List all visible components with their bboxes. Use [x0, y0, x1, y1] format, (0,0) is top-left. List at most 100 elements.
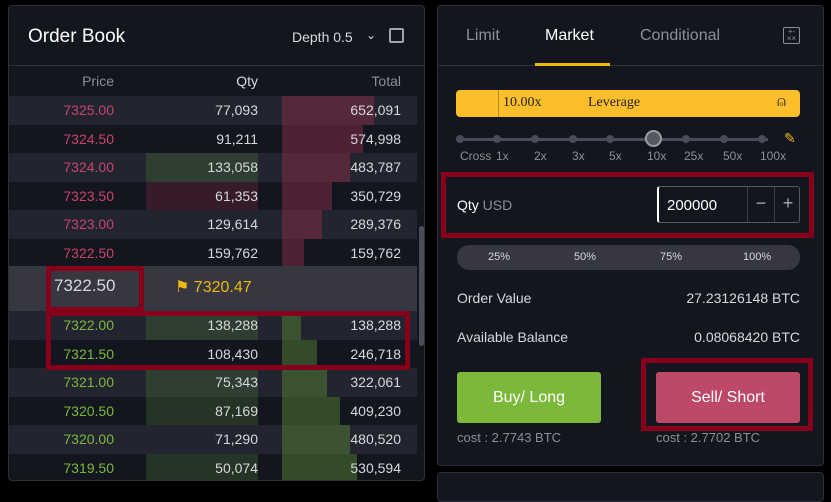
depth-select[interactable]: Depth 0.5 [292, 29, 353, 45]
edit-icon[interactable]: ✎ [784, 130, 796, 147]
price: 7320.50 [63, 402, 114, 419]
quantity-stepper[interactable]: − + [657, 186, 800, 223]
depth-bar [282, 311, 302, 340]
order-value: 27.23126148 BTC [686, 290, 800, 306]
bid-row[interactable]: 7320.50 87,169 409,230 [9, 396, 417, 426]
tab-market[interactable]: Market [545, 27, 594, 45]
qty: 87,169 [215, 402, 258, 419]
price: 7323.50 [63, 187, 114, 204]
price: 7324.50 [63, 130, 114, 147]
slider-step-dot[interactable] [682, 135, 690, 143]
tab-conditional[interactable]: Conditional [640, 27, 720, 45]
ask-row[interactable]: 7323.00 129,614 289,376 [9, 210, 417, 239]
total: 246,718 [350, 345, 401, 362]
percent-selector: 25% 50% 75% 100% [457, 245, 800, 270]
pct-25[interactable]: 25% [488, 251, 510, 263]
leverage-step-label[interactable]: 5x [609, 149, 622, 163]
ask-row[interactable]: 7322.50 159,762 159,762 [9, 238, 417, 268]
price: 7321.50 [63, 345, 114, 362]
leverage-label: Leverage [588, 95, 641, 110]
depth-bar [282, 181, 332, 211]
bid-row[interactable]: 7321.00 75,343 322,061 [9, 368, 417, 397]
bid-row[interactable]: 7321.50 108,430 246,718 [9, 339, 417, 369]
chevron-down-icon[interactable]: ⌄ [366, 28, 376, 42]
leverage-step-label[interactable]: 25x [684, 149, 703, 163]
total: 652,091 [350, 102, 401, 118]
total: 530,594 [350, 459, 401, 476]
total: 159,762 [350, 244, 401, 261]
slider-step-dot[interactable] [531, 135, 539, 143]
balance-row: Available Balance 0.08068420 BTC [457, 329, 800, 345]
balance-label: Available Balance [457, 329, 569, 345]
price: 7322.00 [63, 317, 114, 333]
calculator-icon[interactable]: +- ×× [783, 27, 800, 44]
qty: 71,290 [215, 431, 258, 447]
price: 7320.00 [63, 431, 114, 447]
column-headers: Price Qty Total [9, 66, 417, 96]
order-book-title: Order Book [28, 26, 126, 47]
col-price: Price [82, 73, 114, 89]
depth-bar [282, 210, 323, 239]
order-value-row: Order Value 27.23126148 BTC [457, 290, 800, 306]
active-tab-underline [535, 63, 610, 66]
order-type-tabs: Limit Market Conditional +- ×× [438, 6, 823, 66]
qty-input[interactable] [667, 197, 747, 214]
last-price[interactable]: 7322.50 [54, 276, 115, 296]
ask-row[interactable]: 7323.50 61,353 350,729 [9, 181, 417, 211]
price: 7322.50 [63, 244, 114, 261]
order-book-header: Order Book Depth 0.5 ⌄ [9, 6, 424, 66]
alarm-icon[interactable]: ⍝ [777, 93, 786, 111]
slider-step-dot[interactable] [606, 135, 614, 143]
total: 483,787 [350, 159, 401, 175]
tab-limit[interactable]: Limit [466, 27, 500, 45]
depth-bar [282, 396, 340, 426]
qty: 159,762 [207, 244, 258, 261]
leverage-step-label[interactable]: 1x [496, 149, 509, 163]
price: 7324.00 [63, 159, 114, 175]
slider-step-dot[interactable] [758, 135, 766, 143]
qty: 133,058 [207, 159, 258, 175]
leverage-value: 10.00x [503, 95, 542, 110]
bid-row[interactable]: 7320.00 71,290 480,520 [9, 425, 417, 454]
bid-row[interactable]: 7322.00 138,288 138,288 [9, 311, 417, 340]
qty-unit: USD [482, 197, 513, 213]
qty-label-text: Qty [457, 197, 479, 213]
order-value-label: Order Value [457, 290, 532, 306]
decrement-button[interactable]: − [747, 187, 774, 222]
qty: 50,074 [215, 459, 258, 476]
trade-panel: Limit Market Conditional +- ×× 10.00x Lev… [437, 5, 824, 466]
bid-row[interactable]: 7319.50 50,074 530,594 [9, 453, 417, 480]
pct-50[interactable]: 50% [574, 251, 596, 263]
leverage-bar[interactable]: 10.00x Leverage ⍝ [456, 90, 800, 117]
qty: 61,353 [215, 187, 258, 204]
depth-bar [282, 368, 328, 397]
leverage-step-label[interactable]: 50x [723, 149, 742, 163]
pct-100[interactable]: 100% [743, 251, 771, 263]
leverage-step-label[interactable]: 3x [572, 149, 585, 163]
qty-label: Qty USD [457, 197, 512, 213]
total: 574,998 [350, 130, 401, 147]
ask-row[interactable]: 7325.00 77,093 652,091 [9, 96, 417, 125]
leverage-step-label[interactable]: 10x [647, 149, 666, 163]
slider-step-dot[interactable] [720, 135, 728, 143]
price: 7323.00 [63, 216, 114, 232]
sell-short-button[interactable]: Sell/ Short [656, 372, 800, 423]
ask-row[interactable]: 7324.00 133,058 483,787 [9, 153, 417, 182]
leverage-step-label[interactable]: 2x [534, 149, 547, 163]
slider-step-dot[interactable] [569, 135, 577, 143]
pct-75[interactable]: 75% [660, 251, 682, 263]
leverage-slider[interactable] [456, 130, 768, 147]
increment-button[interactable]: + [774, 187, 801, 222]
leverage-step-label[interactable]: Cross [460, 149, 491, 163]
slider-knob[interactable] [645, 130, 662, 147]
buy-long-button[interactable]: Buy/ Long [457, 372, 601, 423]
depth-bar [282, 153, 351, 182]
col-qty: Qty [236, 73, 258, 89]
ask-row[interactable]: 7324.50 91,211 574,998 [9, 124, 417, 154]
leverage-step-label[interactable]: 100x [760, 149, 786, 163]
slider-step-dot[interactable] [456, 135, 464, 143]
mid-price-row: 7322.50 ⚑ 7320.47 [9, 266, 417, 311]
slider-step-dot[interactable] [493, 135, 501, 143]
scrollbar[interactable] [419, 226, 424, 346]
expand-icon[interactable] [389, 28, 404, 43]
